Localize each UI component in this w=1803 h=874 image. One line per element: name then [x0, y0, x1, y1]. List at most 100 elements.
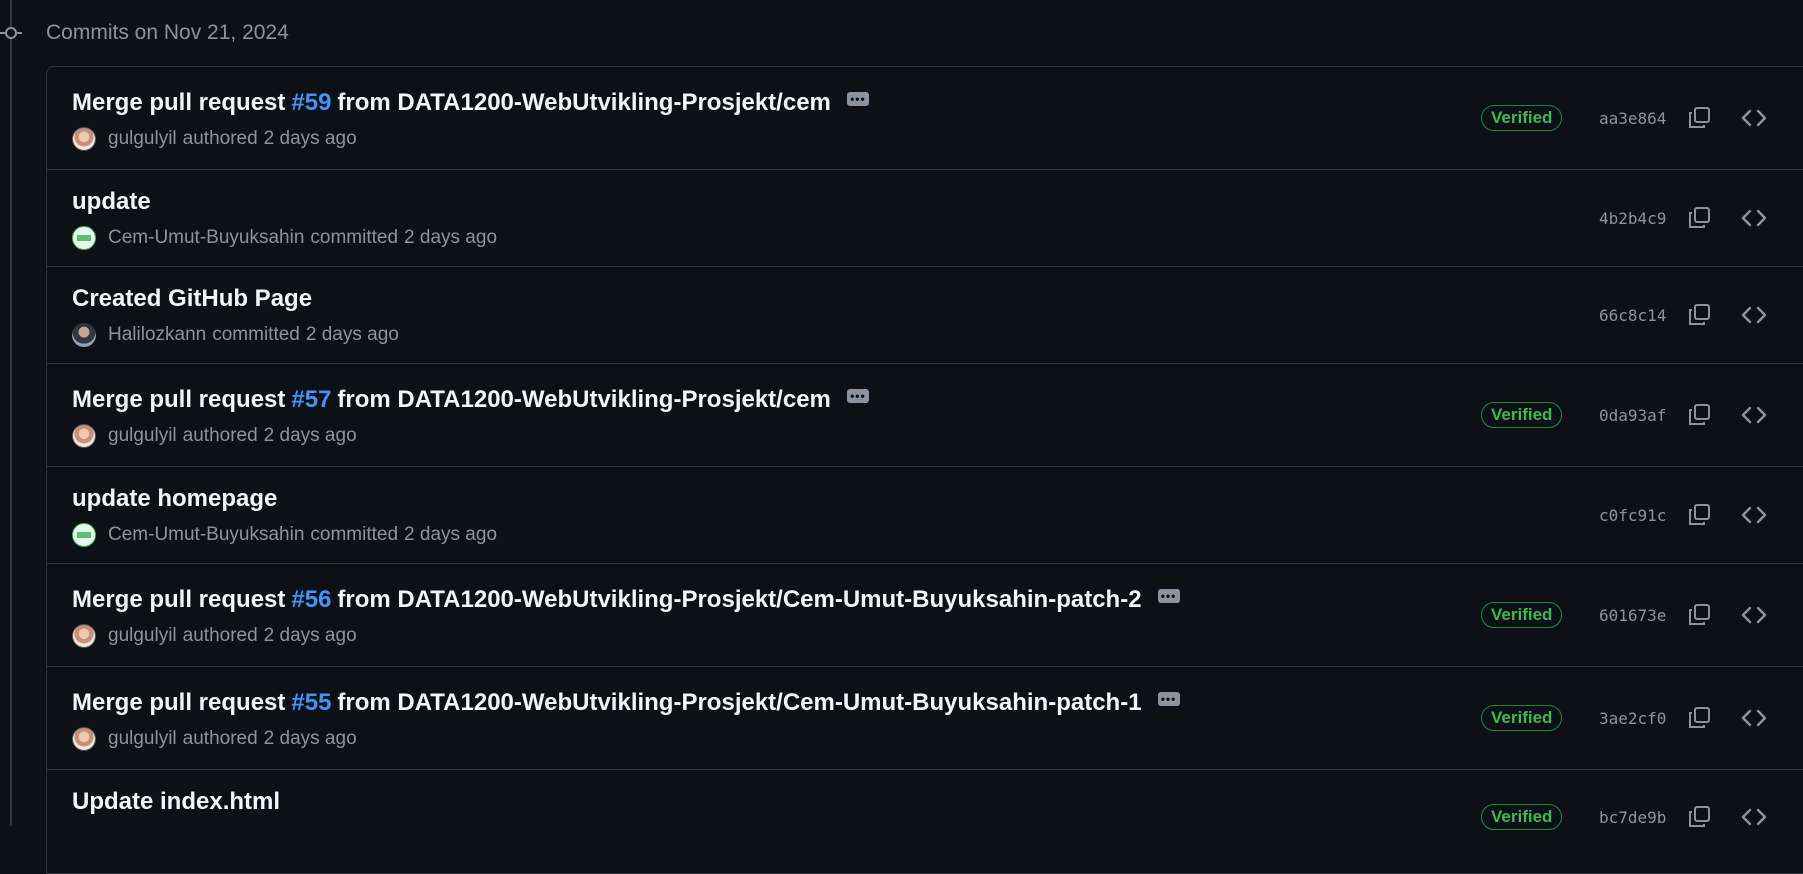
author-link[interactable]: gulgulyil [108, 128, 177, 150]
ellipsis-icon[interactable]: ••• [1157, 589, 1180, 603]
commit-group-header: Commits on Nov 21, 2024 [0, 14, 289, 52]
commit-row: update homepage Cem-Umut-Buyuksahin comm… [47, 467, 1803, 564]
commit-sha[interactable]: c0fc91c [1599, 506, 1666, 525]
commit-time: 2 days ago [305, 324, 399, 345]
avatar[interactable] [72, 226, 96, 250]
copy-icon[interactable] [1687, 106, 1711, 130]
avatar[interactable] [72, 727, 96, 751]
copy-icon[interactable] [1687, 503, 1711, 527]
commit-message[interactable]: Merge pull request [72, 89, 285, 117]
copy-icon[interactable] [1687, 706, 1711, 730]
commit-title: Merge pull request #55 from DATA1200-Web… [72, 689, 1180, 717]
verified-badge[interactable]: Verified [1481, 602, 1563, 628]
commit-message[interactable]: update [72, 188, 151, 216]
pull-request-link[interactable]: #57 [291, 386, 331, 414]
copy-icon[interactable] [1687, 206, 1711, 230]
avatar[interactable] [72, 424, 96, 448]
pull-request-link[interactable]: #59 [291, 89, 331, 117]
commit-verb: authored [182, 425, 258, 446]
commit-sha[interactable]: 4b2b4c9 [1599, 209, 1666, 228]
commit-verb: committed [310, 524, 399, 545]
author-link[interactable]: gulgulyil [108, 625, 177, 647]
ellipsis-icon[interactable]: ••• [846, 92, 869, 106]
commit-message[interactable]: update homepage [72, 485, 277, 513]
commit-time: 2 days ago [263, 625, 357, 646]
code-icon[interactable] [1741, 303, 1767, 327]
commit-row: Created GitHub Page Halilozkann committe… [47, 267, 1803, 364]
code-icon[interactable] [1741, 206, 1767, 230]
verified-badge[interactable]: Verified [1481, 105, 1563, 131]
commit-list: Merge pull request #59 from DATA1200-Web… [46, 66, 1803, 874]
commit-title: Merge pull request #57 from DATA1200-Web… [72, 386, 869, 414]
commit-verb: authored [182, 728, 258, 749]
commit-verb: committed [212, 324, 300, 345]
commit-message-suffix[interactable]: from DATA1200-WebUtvikling-Prosjekt/Cem-… [337, 689, 1141, 717]
commit-sha[interactable]: 66c8c14 [1599, 306, 1666, 325]
commit-title: update [72, 188, 151, 216]
code-icon[interactable] [1741, 603, 1767, 627]
commit-message[interactable]: Merge pull request [72, 586, 285, 614]
commit-row: Update index.html Verified bc7de9b [47, 770, 1803, 873]
commit-group-date: Commits on Nov 21, 2024 [46, 21, 289, 44]
commit-verb: authored [182, 625, 258, 646]
author-link[interactable]: Cem-Umut-Buyuksahin [108, 227, 304, 249]
commit-title: Merge pull request #59 from DATA1200-Web… [72, 89, 869, 117]
commit-meta: gulgulyil authored 2 days ago [72, 424, 357, 448]
copy-icon[interactable] [1687, 403, 1711, 427]
commit-sha[interactable]: bc7de9b [1599, 808, 1666, 827]
author-link[interactable]: Halilozkann [108, 324, 206, 346]
avatar[interactable] [72, 523, 96, 547]
commit-title: Created GitHub Page [72, 285, 312, 313]
commit-sha[interactable]: aa3e864 [1599, 109, 1666, 128]
commit-verb: authored [182, 128, 258, 149]
commit-message-suffix[interactable]: from DATA1200-WebUtvikling-Prosjekt/Cem-… [337, 586, 1141, 614]
commit-message[interactable]: Update index.html [72, 788, 280, 816]
code-icon[interactable] [1741, 106, 1767, 130]
commit-meta: Cem-Umut-Buyuksahin committed 2 days ago [72, 523, 497, 547]
avatar[interactable] [72, 127, 96, 151]
commit-row: Merge pull request #56 from DATA1200-Web… [47, 564, 1803, 667]
commit-time: 2 days ago [404, 524, 498, 545]
commit-message[interactable]: Merge pull request [72, 689, 285, 717]
commit-row: Merge pull request #57 from DATA1200-Web… [47, 364, 1803, 467]
avatar[interactable] [72, 624, 96, 648]
commit-message[interactable]: Merge pull request [72, 386, 285, 414]
author-link[interactable]: Cem-Umut-Buyuksahin [108, 524, 304, 546]
commit-time: 2 days ago [263, 128, 357, 149]
verified-badge[interactable]: Verified [1481, 402, 1563, 428]
commit-meta: Halilozkann committed 2 days ago [72, 323, 399, 347]
commit-time: 2 days ago [263, 425, 357, 446]
verified-badge[interactable]: Verified [1481, 804, 1563, 830]
author-link[interactable]: gulgulyil [108, 728, 177, 750]
code-icon[interactable] [1741, 706, 1767, 730]
copy-icon[interactable] [1687, 303, 1711, 327]
pull-request-link[interactable]: #55 [291, 689, 331, 717]
commit-title: Merge pull request #56 from DATA1200-Web… [72, 586, 1180, 614]
code-icon[interactable] [1741, 503, 1767, 527]
commit-meta: gulgulyil authored 2 days ago [72, 727, 357, 751]
commit-sha[interactable]: 3ae2cf0 [1599, 709, 1666, 728]
commit-message-suffix[interactable]: from DATA1200-WebUtvikling-Prosjekt/cem [337, 89, 830, 117]
code-icon[interactable] [1741, 805, 1767, 829]
avatar[interactable] [72, 323, 96, 347]
commit-message[interactable]: Created GitHub Page [72, 285, 312, 313]
timeline-line [10, 0, 12, 826]
commit-meta: Cem-Umut-Buyuksahin committed 2 days ago [72, 226, 497, 250]
commit-message-suffix[interactable]: from DATA1200-WebUtvikling-Prosjekt/cem [337, 386, 830, 414]
code-icon[interactable] [1741, 403, 1767, 427]
copy-icon[interactable] [1687, 603, 1711, 627]
commit-row: Merge pull request #55 from DATA1200-Web… [47, 667, 1803, 770]
commit-title: Update index.html [72, 788, 280, 816]
commit-time: 2 days ago [404, 227, 498, 248]
copy-icon[interactable] [1687, 805, 1711, 829]
pull-request-link[interactable]: #56 [291, 586, 331, 614]
commit-sha[interactable]: 601673e [1599, 606, 1666, 625]
ellipsis-icon[interactable]: ••• [846, 389, 869, 403]
commit-row: update Cem-Umut-Buyuksahin committed 2 d… [47, 170, 1803, 267]
commit-row: Merge pull request #59 from DATA1200-Web… [47, 67, 1803, 170]
commit-meta: gulgulyil authored 2 days ago [72, 127, 357, 151]
ellipsis-icon[interactable]: ••• [1157, 692, 1180, 706]
author-link[interactable]: gulgulyil [108, 425, 177, 447]
verified-badge[interactable]: Verified [1481, 705, 1563, 731]
commit-sha[interactable]: 0da93af [1599, 406, 1666, 425]
